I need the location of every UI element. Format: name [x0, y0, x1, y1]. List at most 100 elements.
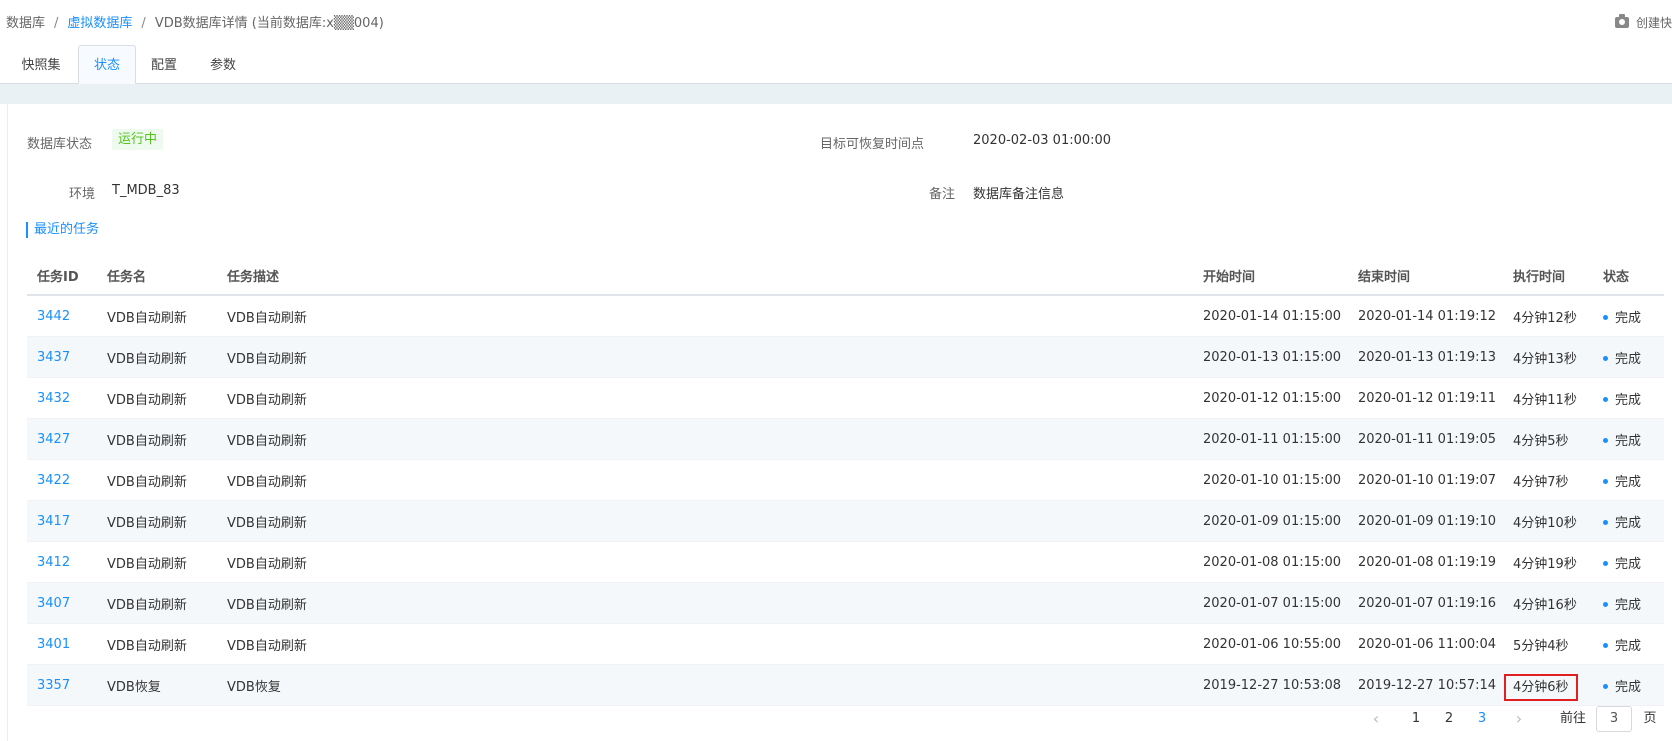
table-row: 3407 VDB自动刷新 VDB自动刷新 2020-01-07 01:15:00 202… — [27, 582, 1664, 624]
cell-status: 完成 — [1593, 541, 1664, 583]
cell-end-time: 2020-01-11 01:19:05 — [1348, 418, 1503, 460]
cell-task-desc: VDB自动刷新 — [217, 541, 1193, 583]
cell-duration: 4分钟7秒 — [1503, 459, 1593, 501]
goto-page-input[interactable]: 3 — [1596, 706, 1632, 732]
tab-snapshots[interactable]: 快照集 — [6, 46, 76, 83]
status-text: 完成 — [1615, 474, 1642, 490]
breadcrumb-separator: / — [141, 16, 146, 31]
target-time-value: 2020-02-03 01:00:00 — [973, 133, 1112, 148]
status-dot-icon — [1603, 314, 1608, 320]
table-row: 3357 VDB恢复 VDB恢复 2019-12-27 10:53:08 2019-12… — [27, 664, 1664, 706]
column-header-task-desc[interactable]: 任务描述 — [217, 256, 1193, 296]
cell-start-time: 2020-01-08 01:15:00 — [1193, 541, 1348, 583]
cell-task-id[interactable]: 3417 — [27, 500, 97, 542]
breadcrumb-root[interactable]: 数据库 — [6, 16, 45, 31]
cell-task-desc: VDB自动刷新 — [217, 377, 1193, 419]
note-label: 备注 — [929, 187, 956, 202]
status-text: 完成 — [1615, 351, 1642, 367]
cell-task-id[interactable]: 3437 — [27, 336, 97, 378]
status-text: 完成 — [1615, 392, 1642, 408]
status-badge: 运行中 — [112, 129, 164, 150]
cell-end-time: 2020-01-08 01:19:19 — [1348, 541, 1503, 583]
cell-status: 完成 — [1593, 295, 1664, 337]
page-1-button[interactable]: 1 — [1408, 706, 1424, 732]
chevron-right-icon[interactable]: › — [1511, 706, 1527, 732]
table-row: 3417 VDB自动刷新 VDB自动刷新 2020-01-09 01:15:00 202… — [27, 500, 1664, 542]
table-row: 3442 VDB自动刷新 VDB自动刷新 2020-01-14 01:15:00 202… — [27, 295, 1664, 337]
table-row: 3432 VDB自动刷新 VDB自动刷新 2020-01-12 01:15:00 202… — [27, 377, 1664, 419]
cell-task-id[interactable]: 3412 — [27, 541, 97, 583]
cell-task-desc: VDB自动刷新 — [217, 459, 1193, 501]
cell-task-id[interactable]: 3407 — [27, 582, 97, 624]
cell-task-name: VDB自动刷新 — [97, 336, 217, 378]
cell-status: 完成 — [1593, 377, 1664, 419]
column-header-task-name[interactable]: 任务名 — [97, 256, 217, 296]
status-dot-icon — [1603, 642, 1608, 648]
table-row: 3412 VDB自动刷新 VDB自动刷新 2020-01-08 01:15:00 202… — [27, 541, 1664, 583]
cell-end-time: 2020-01-07 01:19:16 — [1348, 582, 1503, 624]
status-text: 完成 — [1615, 433, 1642, 449]
status-dot-icon — [1603, 560, 1608, 566]
column-header-task-id[interactable]: 任务ID — [27, 256, 97, 296]
cell-task-id[interactable]: 3357 — [27, 664, 97, 706]
cell-status: 完成 — [1593, 500, 1664, 542]
cell-task-name: VDB自动刷新 — [97, 418, 217, 460]
page-2-button[interactable]: 2 — [1441, 706, 1457, 732]
cell-task-id[interactable]: 3427 — [27, 418, 97, 460]
cell-task-name: VDB自动刷新 — [97, 500, 217, 542]
cell-status: 完成 — [1593, 623, 1664, 665]
tab-config[interactable]: 配置 — [140, 46, 188, 83]
cell-task-name: VDB自动刷新 — [97, 623, 217, 665]
page-3-button[interactable]: 3 — [1474, 706, 1490, 732]
cell-task-desc: VDB恢复 — [217, 664, 1193, 706]
breadcrumb-current: VDB数据库详情 (当前数据库:x▒▒004) — [154, 16, 384, 31]
tab-params[interactable]: 参数 — [198, 46, 248, 83]
cell-status: 完成 — [1593, 336, 1664, 378]
recent-tasks-table: 任务ID 任务名 任务描述 开始时间 结束时间 执行时间 状态 3442 VDB自… — [27, 256, 1664, 706]
status-text: 完成 — [1615, 638, 1642, 654]
cell-task-desc: VDB自动刷新 — [217, 623, 1193, 665]
cell-task-id[interactable]: 3432 — [27, 377, 97, 419]
cell-end-time: 2020-01-06 11:00:04 — [1348, 623, 1503, 665]
chevron-left-icon[interactable]: ‹ — [1368, 706, 1384, 732]
pagination: ‹ 1 2 3 › 前往 3 页 — [0, 706, 1672, 732]
db-status-label: 数据库状态 — [27, 137, 93, 152]
column-header-duration[interactable]: 执行时间 — [1503, 256, 1593, 296]
column-header-end-time[interactable]: 结束时间 — [1348, 256, 1503, 296]
env-label: 环境 — [69, 187, 96, 202]
env-value: T_MDB_83 — [112, 183, 180, 198]
cell-task-desc: VDB自动刷新 — [217, 336, 1193, 378]
recent-tasks-title: 最近的任务 — [26, 222, 99, 238]
column-header-start-time[interactable]: 开始时间 — [1193, 256, 1348, 296]
cell-start-time: 2020-01-09 01:15:00 — [1193, 500, 1348, 542]
cell-start-time: 2020-01-10 01:15:00 — [1193, 459, 1348, 501]
cell-status: 完成 — [1593, 459, 1664, 501]
page-suffix-label: 页 — [1643, 711, 1657, 726]
status-dot-icon — [1603, 519, 1608, 525]
tab-status[interactable]: 状态 — [78, 45, 136, 84]
cell-end-time: 2019-12-27 10:57:14 — [1348, 664, 1503, 706]
status-dot-icon — [1603, 683, 1608, 689]
cell-start-time: 2019-12-27 10:53:08 — [1193, 664, 1348, 706]
cell-task-name: VDB自动刷新 — [97, 541, 217, 583]
status-dot-icon — [1603, 396, 1608, 402]
cell-end-time: 2020-01-14 01:19:12 — [1348, 295, 1503, 337]
column-header-status[interactable]: 状态 — [1593, 256, 1664, 296]
create-snapshot-button[interactable]: 创建快 — [1614, 14, 1672, 31]
table-header-row: 任务ID 任务名 任务描述 开始时间 结束时间 执行时间 状态 — [27, 256, 1664, 296]
cell-task-name: VDB自动刷新 — [97, 459, 217, 501]
cell-duration: 4分钟6秒 — [1503, 664, 1593, 706]
table-row: 3422 VDB自动刷新 VDB自动刷新 2020-01-10 01:15:00 202… — [27, 459, 1664, 501]
cell-task-id[interactable]: 3422 — [27, 459, 97, 501]
table-row: 3437 VDB自动刷新 VDB自动刷新 2020-01-13 01:15:00 202… — [27, 336, 1664, 378]
breadcrumb-parent-link[interactable]: 虚拟数据库 — [67, 16, 132, 31]
cell-duration: 5分钟4秒 — [1503, 623, 1593, 665]
cell-task-id[interactable]: 3442 — [27, 295, 97, 337]
content-header-strip — [0, 84, 1672, 104]
cell-end-time: 2020-01-09 01:19:10 — [1348, 500, 1503, 542]
status-dot-icon — [1603, 437, 1608, 443]
breadcrumb-separator: / — [54, 16, 59, 31]
cell-status: 完成 — [1593, 418, 1664, 460]
cell-duration: 4分钟16秒 — [1503, 582, 1593, 624]
cell-task-id[interactable]: 3401 — [27, 623, 97, 665]
